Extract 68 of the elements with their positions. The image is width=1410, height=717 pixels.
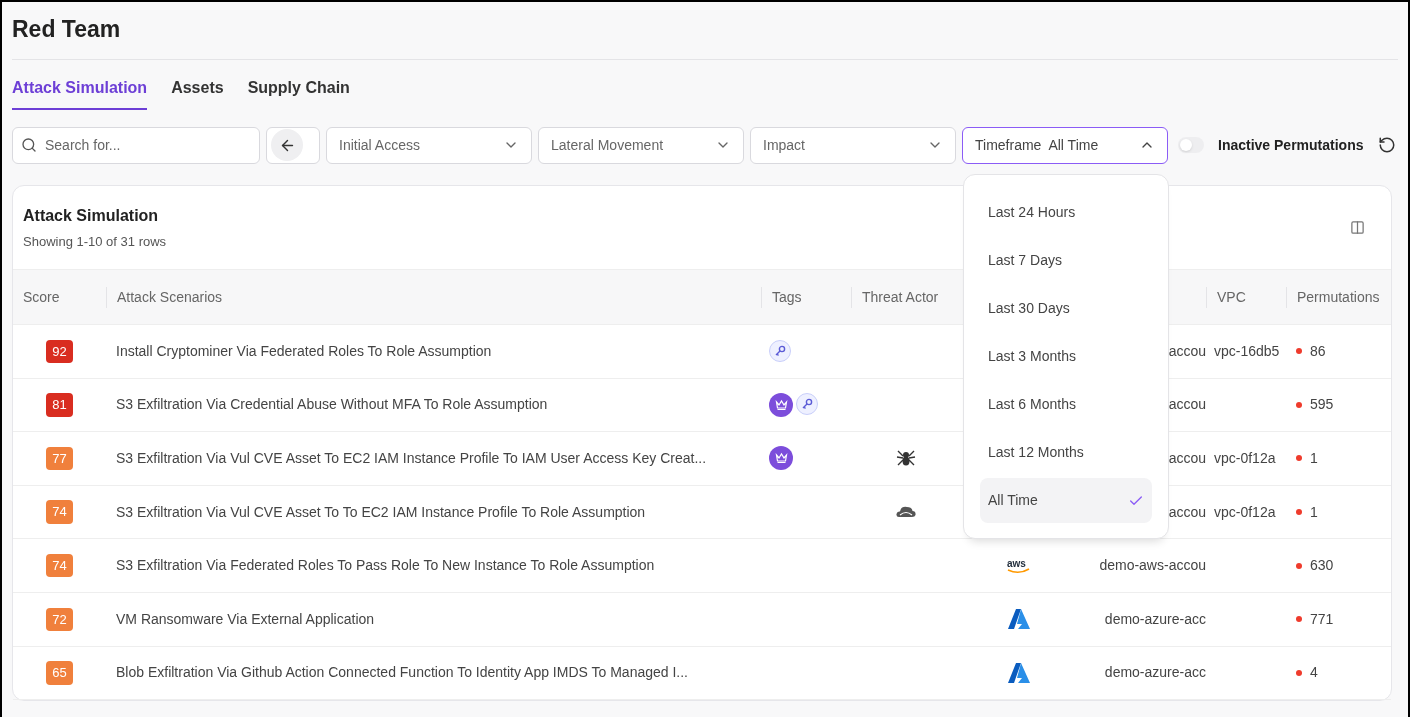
account-name: demo-azure-acc [1104, 663, 1206, 683]
azure-logo [1006, 608, 1031, 631]
azure-logo [1006, 661, 1031, 684]
scenario-link[interactable]: S3 Exfiltration Via Credential Abuse Without MFA To Role Assumption [116, 396, 548, 413]
permutation-count: 86 [1310, 341, 1326, 361]
account-name: demo-aws-accou [1099, 556, 1206, 576]
tab[interactable]: Supply Chain [247, 75, 350, 110]
menu-option[interactable]: Last 7 Days [980, 238, 1152, 283]
scenario-link[interactable]: S3 Exfiltration Via Vul CVE Asset To EC2 IAM Instance Profile To IAM User Access Key Creat... [116, 450, 707, 466]
account-name: accou [1168, 341, 1206, 361]
search-field[interactable]: Search for... [45, 134, 235, 156]
column-header: Tags [761, 286, 812, 308]
score-badge: 77 [46, 446, 73, 471]
column-header: Score [22, 287, 61, 307]
menu-option[interactable]: Last 30 Days [980, 286, 1152, 331]
scenario-link[interactable]: Blob Exfiltration Via Github Action Connected Function To Identity App IMDS To Managed I... [116, 664, 688, 681]
column-header: Threat Actor [851, 286, 949, 308]
search-box[interactable]: Search for... [12, 126, 260, 164]
score-badge: 81 [46, 393, 73, 417]
menu-option[interactable]: Last 6 Months [980, 382, 1152, 427]
menu-option[interactable]: Last 3 Months [980, 334, 1152, 379]
scenario-link[interactable]: Install Cryptominer Via Federated Roles To Role Assumption [116, 342, 492, 359]
score-badge: 65 [46, 661, 73, 685]
column-header: Attack Scenarios [106, 286, 233, 308]
page-title: Red Team [12, 15, 122, 44]
crown-tag-icon [769, 446, 793, 471]
column-header: Permutations [1286, 286, 1390, 308]
score-badge: 74 [46, 553, 73, 578]
account-name: demo-azure-acc [1104, 609, 1206, 629]
key-tag-icon [796, 392, 818, 415]
row-count: Showing 1-10 of 31 rows [23, 232, 167, 251]
score-badge: 92 [46, 339, 73, 364]
menu-option[interactable]: Last 24 Hours [980, 190, 1152, 235]
card-title: Attack Simulation [23, 205, 160, 226]
account-name: accou [1168, 449, 1206, 468]
tab[interactable]: Assets [171, 75, 224, 110]
reset-icon[interactable] [1377, 136, 1396, 154]
key-tag-icon [769, 340, 791, 363]
search-icon [21, 137, 37, 153]
permutation-count: 595 [1310, 395, 1334, 415]
menu-option[interactable]: Last 12 Months [980, 430, 1152, 475]
scenario-link[interactable]: VM Ransomware Via External Application [116, 610, 375, 627]
account-name: accou [1168, 502, 1206, 522]
permutation-count: 630 [1310, 556, 1334, 576]
column-header: VPC [1206, 286, 1256, 308]
filter-dropdown[interactable]: Impact [750, 126, 956, 164]
aws-logo: aws [1005, 556, 1032, 575]
columns-icon[interactable] [1350, 219, 1365, 235]
permutation-count: 771 [1310, 609, 1334, 629]
scenario-link[interactable]: S3 Exfiltration Via Federated Roles To Pass Role To New Instance To Role Assumption [116, 557, 655, 574]
score-badge: 74 [46, 500, 73, 524]
tab[interactable]: Attack Simulation [12, 75, 148, 110]
scenario-link[interactable]: S3 Exfiltration Via Vul CVE Asset To To EC2 IAM Instance Profile To Role Assumption [116, 503, 646, 520]
account-name: accou [1168, 395, 1206, 415]
crown-tag-icon [769, 392, 793, 417]
filter-dropdown[interactable]: Initial Access [326, 126, 532, 164]
vpc-id: vpc-16db5 [1214, 342, 1280, 359]
vpc-id: vpc-0f12a [1214, 503, 1276, 520]
vpc-id: vpc-0f12a [1214, 450, 1276, 466]
permutation-count: 4 [1310, 663, 1318, 683]
timeframe-dropdown[interactable]: Timeframe All Time [962, 126, 1168, 164]
toggle-switch[interactable] [1178, 137, 1204, 153]
toggle-label: Inactive Permutations [1218, 135, 1364, 155]
menu-option[interactable]: All Time [980, 478, 1152, 523]
permutation-count: 1 [1310, 449, 1318, 468]
score-badge: 72 [46, 607, 73, 631]
filter-dropdown[interactable]: Lateral Movement [538, 126, 744, 164]
permutation-count: 1 [1310, 502, 1318, 522]
